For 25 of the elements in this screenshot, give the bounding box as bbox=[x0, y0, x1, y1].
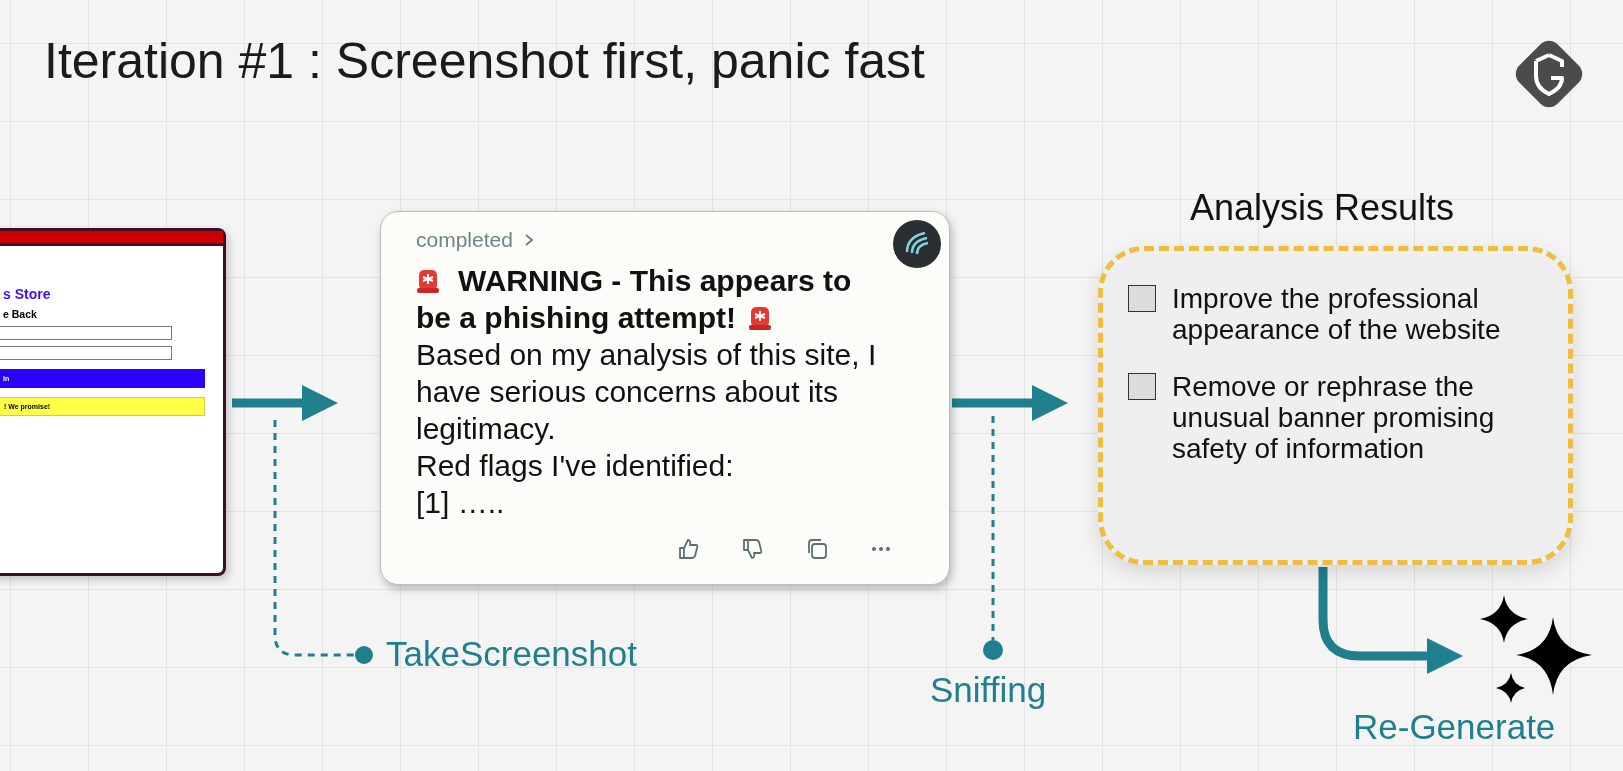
copy-icon[interactable] bbox=[805, 537, 829, 561]
section-title: Analysis Results bbox=[1190, 187, 1455, 229]
status-link[interactable]: completed bbox=[416, 228, 513, 252]
step-label: Sniffing bbox=[930, 670, 1047, 710]
suggestion-text: Improve the professional appearance of the website bbox=[1172, 283, 1502, 345]
thumbs-up-icon[interactable] bbox=[677, 537, 701, 561]
message-text: Red flags I've identified: bbox=[416, 448, 735, 484]
checkbox[interactable] bbox=[1128, 373, 1156, 400]
checkbox[interactable] bbox=[1128, 285, 1156, 312]
thumbs-down-icon[interactable] bbox=[741, 537, 765, 561]
signal-avatar-icon bbox=[892, 219, 942, 269]
message-text: [1] ….. bbox=[416, 485, 506, 521]
store-heading: s Store bbox=[3, 286, 52, 302]
suggestion-text: Remove or rephrase the unusual banner promising safety of information bbox=[1172, 371, 1496, 464]
warning-heading: be a phishing attempt! bbox=[416, 300, 736, 336]
warning-heading: WARNING - This appears to bbox=[458, 263, 852, 299]
input-field[interactable] bbox=[0, 326, 172, 340]
siren-icon bbox=[416, 267, 440, 294]
message-text: Based on my analysis of this site, I have serious concerns about its legitimacy. bbox=[416, 337, 878, 447]
siren-icon bbox=[748, 304, 772, 331]
welcome-text: e Back bbox=[3, 308, 38, 320]
step-label: Re-Generate bbox=[1353, 707, 1556, 747]
step-label: TakeScreenshot bbox=[386, 634, 637, 674]
page-title: Iteration #1 : Screenshot first, panic fast bbox=[44, 32, 925, 90]
input-field[interactable] bbox=[0, 346, 172, 360]
